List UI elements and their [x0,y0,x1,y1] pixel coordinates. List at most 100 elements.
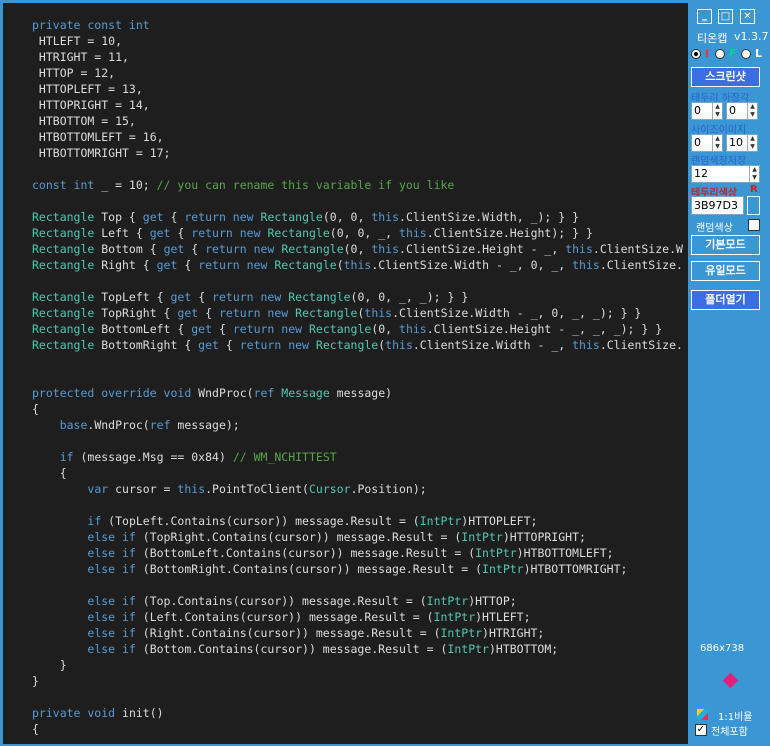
code-line: else if (BottomLeft.Contains(cursor)) me… [32,545,613,561]
code-token: .ClientSize.Width, _); } } [399,210,580,224]
size-readout: 686x738 [700,643,745,654]
code-line: Rectangle BottomRight { get { return new… [32,337,683,353]
code-line: { [32,721,39,737]
spinner-arrows-icon[interactable]: ▲ ▼ [747,135,757,151]
open-folder-button[interactable]: 폴더열기 [691,290,760,310]
code-token: { [218,338,240,352]
random-color-checkbox[interactable] [748,219,760,231]
code-token: else if [87,626,136,640]
code-token: { [170,226,192,240]
code-token: BottomRight { [94,338,199,352]
code-line: else if (Right.Contains(cursor)) message… [32,625,544,641]
radio-l-label: L [755,47,763,60]
code-token: .ClientSize.W [592,242,683,256]
code-token: HTLEFT = 10, [32,34,123,48]
basic-mode-button[interactable]: 기본모드 [691,235,760,255]
code-token: IntPtr [433,610,476,624]
code-token: Rectangle [32,290,95,304]
spinner-arrows-icon[interactable]: ▲ ▼ [747,103,757,119]
code-token: return new [184,210,254,224]
spinner-arrows-icon[interactable]: ▲ ▼ [749,166,759,182]
code-token: return new [218,306,289,320]
code-token: get [170,290,192,304]
code-line: else if (Left.Contains(cursor)) message.… [32,609,530,625]
radio-i-label: I [705,47,710,60]
code-token: )HTRIGHT; [482,626,545,640]
minimize-icon[interactable]: ‗ [697,9,712,24]
random-color-label: 랜덤색상 [696,223,733,234]
code-token: Rectangle [288,290,351,304]
code-token: IntPtr [440,626,483,640]
code-token: ref [149,418,171,432]
spinner-arrows-icon[interactable]: ▲ ▼ [712,135,722,151]
color-hex-field[interactable]: 3B97D3 [691,196,744,215]
size-spinner-1-value: 0 [694,136,701,149]
code-line: else if (Bottom.Contains(cursor)) messag… [32,641,558,657]
code-token: { [32,722,39,736]
code-token: this [371,242,400,256]
code-line: HTBOTTOM = 15, [32,113,136,129]
code-token: return new [205,242,275,256]
code-line: if (message.Msg == 0x84) // WM_NCHITTEST [32,449,337,465]
code-token: private const int [32,18,150,32]
code-line: if (TopLeft.Contains(cursor)) message.Re… [32,513,537,529]
code-line: Rectangle Top { get { return new Rectang… [32,209,579,225]
size-spinner-1[interactable]: 0 ▲ ▼ [691,134,723,152]
code-token: Rectangle [260,210,323,224]
code-token: else if [87,546,136,560]
user-mode-button[interactable]: 유일모드 [691,261,760,281]
code-line: } [32,657,67,673]
code-line: HTBOTTOMRIGHT = 17; [32,145,171,161]
code-token: Message [281,386,330,400]
color-swatch[interactable] [747,196,760,215]
code-token: BottomLeft { [94,322,192,336]
code-token: this [399,226,427,240]
code-token: HTRIGHT = 11, [32,50,129,64]
code-line: { [32,465,67,481]
code-token: return new [191,226,261,240]
code-token: { [177,258,199,272]
border-color-r: R [750,184,758,195]
code-token: else if [87,610,136,624]
size-spinner-2[interactable]: 10 ▲ ▼ [726,134,758,152]
radio-l[interactable] [741,49,751,59]
code-line: else if (BottomRight.Contains(cursor)) m… [32,561,627,577]
random-save-spinner[interactable]: 12 ▲ ▼ [691,165,760,183]
spinner-arrows-icon[interactable]: ▲ ▼ [712,103,722,119]
code-line: Rectangle Left { get { return new Rectan… [32,225,593,241]
code-token: Rectangle [315,338,379,352]
code-line: private const int [32,17,150,33]
border-spinner-1[interactable]: 0 ▲ ▼ [691,102,723,120]
code-token: private void [32,706,116,720]
cube-icon[interactable] [722,672,739,689]
code-token: this [385,338,413,352]
code-token: .ClientSize.Width - _, [412,338,573,352]
close-icon[interactable]: ✕ [740,9,755,24]
code-line: Rectangle Bottom { get { return new Rect… [32,241,683,257]
code-token: (Top.Contains(cursor)) message.Result = … [135,594,427,608]
include-all-checkbox[interactable]: ✓ [695,724,707,736]
code-token: )HTTOPLEFT; [461,514,538,528]
aspect-cube-icon[interactable] [697,709,708,720]
code-token: Top { [94,210,143,224]
code-token: { [32,402,39,416]
code-line: Rectangle Right { get { return new Recta… [32,257,683,273]
radio-i[interactable] [691,49,701,59]
code-line: HTBOTTOMLEFT = 16, [32,129,164,145]
code-token: { [212,322,233,336]
border-spinner-2[interactable]: 0 ▲ ▼ [726,102,758,120]
maximize-icon[interactable]: □ [718,9,733,24]
code-token: )HTTOP; [468,594,517,608]
code-token: .ClientSize. [599,338,683,352]
screenshot-button[interactable]: 스크린샷 [691,67,760,87]
code-token: _ = 10; [94,178,157,192]
code-token: ( [336,258,344,272]
include-all-label: 전체포함 [711,727,748,738]
radio-f[interactable] [715,49,725,59]
code-line: base.WndProc(ref message); [32,417,240,433]
